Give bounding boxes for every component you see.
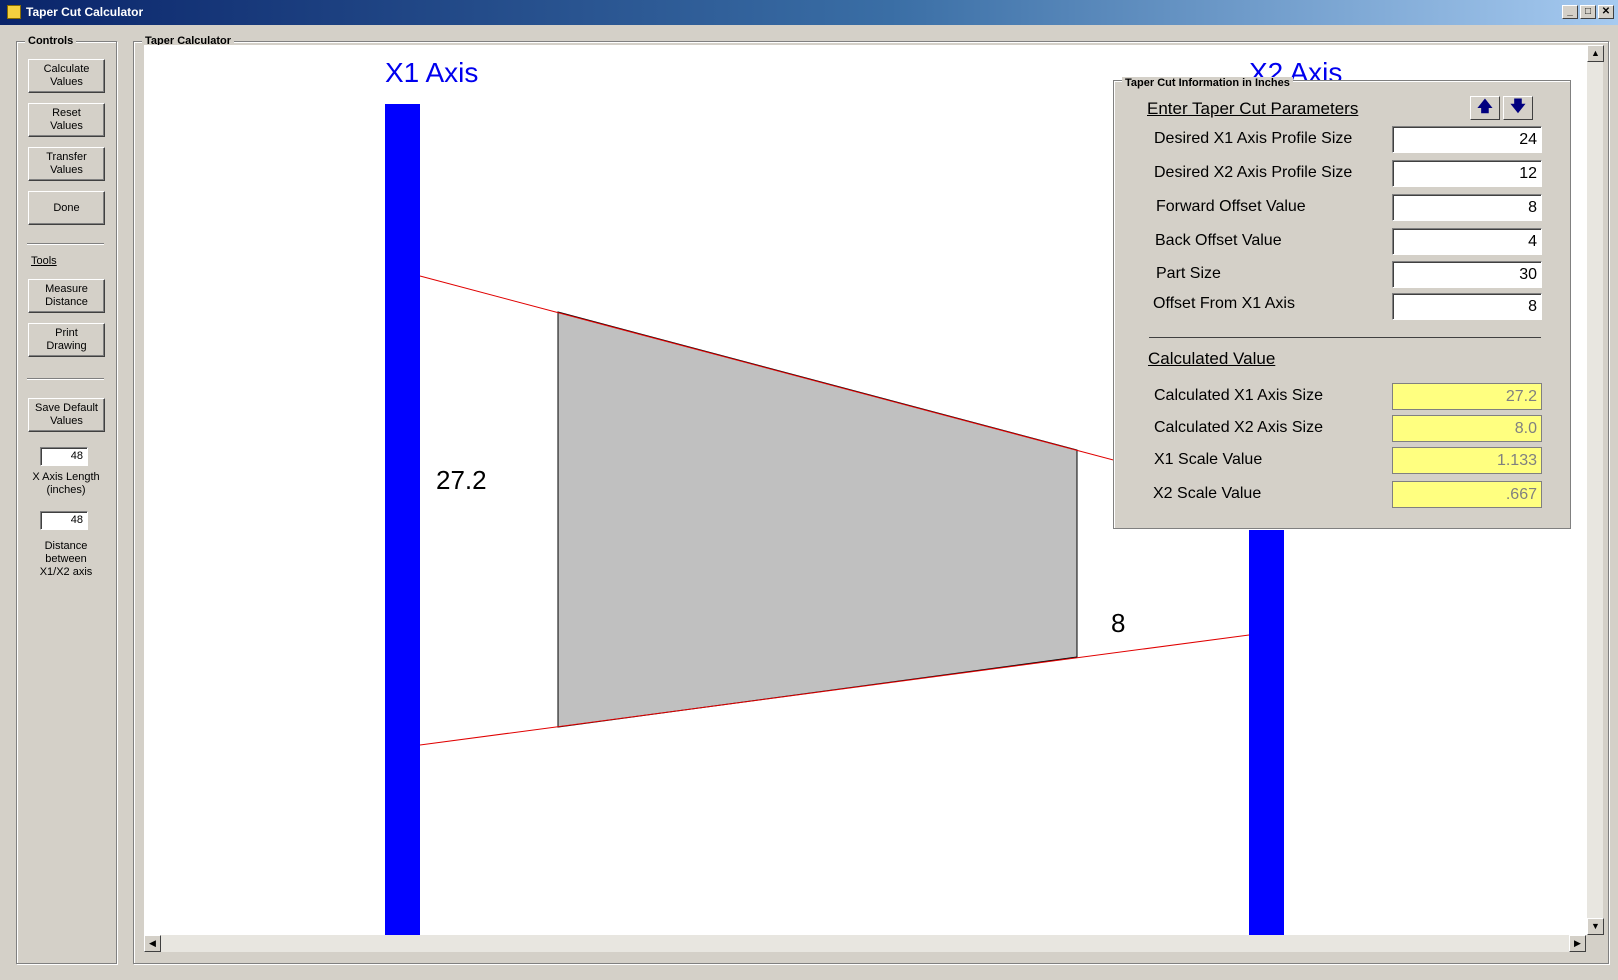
scroll-left-icon[interactable]: ◀ xyxy=(144,935,161,952)
close-icon[interactable]: ✕ xyxy=(1598,5,1614,19)
forward-offset-input[interactable]: 8 xyxy=(1392,194,1542,221)
params-heading: Enter Taper Cut Parameters xyxy=(1147,99,1359,118)
transfer-values-button[interactable]: Transfer Values xyxy=(28,147,105,181)
minimize-icon[interactable]: _ xyxy=(1562,5,1578,19)
scroll-down-icon[interactable]: ▼ xyxy=(1587,918,1604,935)
x2-profile-size-input[interactable]: 12 xyxy=(1392,160,1542,187)
done-button[interactable]: Done xyxy=(28,191,105,225)
maximize-icon[interactable]: □ xyxy=(1580,5,1596,19)
app-icon xyxy=(7,5,21,19)
param-label: Forward Offset Value xyxy=(1156,198,1306,215)
horizontal-scrollbar[interactable]: ◀ ▶ xyxy=(144,935,1586,952)
x1-scale-value-field: 1.133 xyxy=(1392,447,1542,474)
calc-label: X1 Scale Value xyxy=(1154,451,1263,468)
param-label: Desired X1 Axis Profile Size xyxy=(1154,130,1353,147)
arrow-up-icon[interactable]: 🡅 xyxy=(1470,96,1500,120)
scroll-right-icon[interactable]: ▶ xyxy=(1569,935,1586,952)
param-label: Part Size xyxy=(1156,265,1221,282)
x1-axis-bar xyxy=(385,104,420,935)
distance-input[interactable]: 48 xyxy=(40,511,88,530)
calc-label: Calculated X1 Axis Size xyxy=(1154,387,1323,404)
arrow-down-icon[interactable]: 🡇 xyxy=(1503,96,1533,120)
tools-label: Tools xyxy=(31,255,57,267)
x1-axis-label: X1 Axis xyxy=(385,57,479,88)
x2-axis-bar xyxy=(1249,530,1284,935)
x-axis-length-label: X Axis Length (inches) xyxy=(32,471,100,496)
calculated-x1-size-field: 27.2 xyxy=(1392,383,1542,410)
calc-label: X2 Scale Value xyxy=(1153,485,1262,502)
x-axis-length-input[interactable]: 48 xyxy=(40,447,88,466)
print-drawing-button[interactable]: Print Drawing xyxy=(28,323,105,357)
x1-dimension-label: 27.2 xyxy=(436,465,487,495)
distance-label: Distance between X1/X2 axis xyxy=(39,540,93,578)
param-label: Desired X2 Axis Profile Size xyxy=(1154,164,1353,181)
save-default-values-button[interactable]: Save Default Values xyxy=(28,398,105,432)
back-offset-input[interactable]: 4 xyxy=(1392,228,1542,255)
reset-values-button[interactable]: Reset Values xyxy=(28,103,105,137)
part-size-input[interactable]: 30 xyxy=(1392,261,1542,288)
separator xyxy=(27,243,104,245)
calculated-x2-size-field: 8.0 xyxy=(1392,415,1542,442)
separator xyxy=(27,378,104,380)
part-shape xyxy=(557,311,1078,728)
offset-from-x1-input[interactable]: 8 xyxy=(1392,293,1542,320)
taper-cut-info-panel: Taper Cut Information in Inches Enter Ta… xyxy=(1113,77,1571,529)
title-bar: Taper Cut Calculator _ □ ✕ xyxy=(0,0,1618,25)
vertical-scrollbar[interactable]: ▲ ▼ xyxy=(1586,45,1604,935)
param-label: Back Offset Value xyxy=(1155,232,1282,249)
calculate-values-button[interactable]: Calculate Values xyxy=(28,59,105,93)
window-title: Taper Cut Calculator xyxy=(26,5,144,19)
controls-group-title: Controls xyxy=(25,35,77,47)
separator xyxy=(1149,337,1541,339)
calc-label: Calculated X2 Axis Size xyxy=(1154,419,1323,436)
scroll-up-icon[interactable]: ▲ xyxy=(1587,45,1604,62)
calculated-heading: Calculated Value xyxy=(1148,349,1276,368)
x1-profile-size-input[interactable]: 24 xyxy=(1392,126,1542,153)
x2-dimension-label: 8 xyxy=(1111,608,1126,638)
info-panel-title: Taper Cut Information in Inches xyxy=(1122,77,1293,89)
x2-scale-value-field: .667 xyxy=(1392,481,1542,508)
measure-distance-button[interactable]: Measure Distance xyxy=(28,279,105,313)
param-label: Offset From X1 Axis xyxy=(1153,295,1295,312)
